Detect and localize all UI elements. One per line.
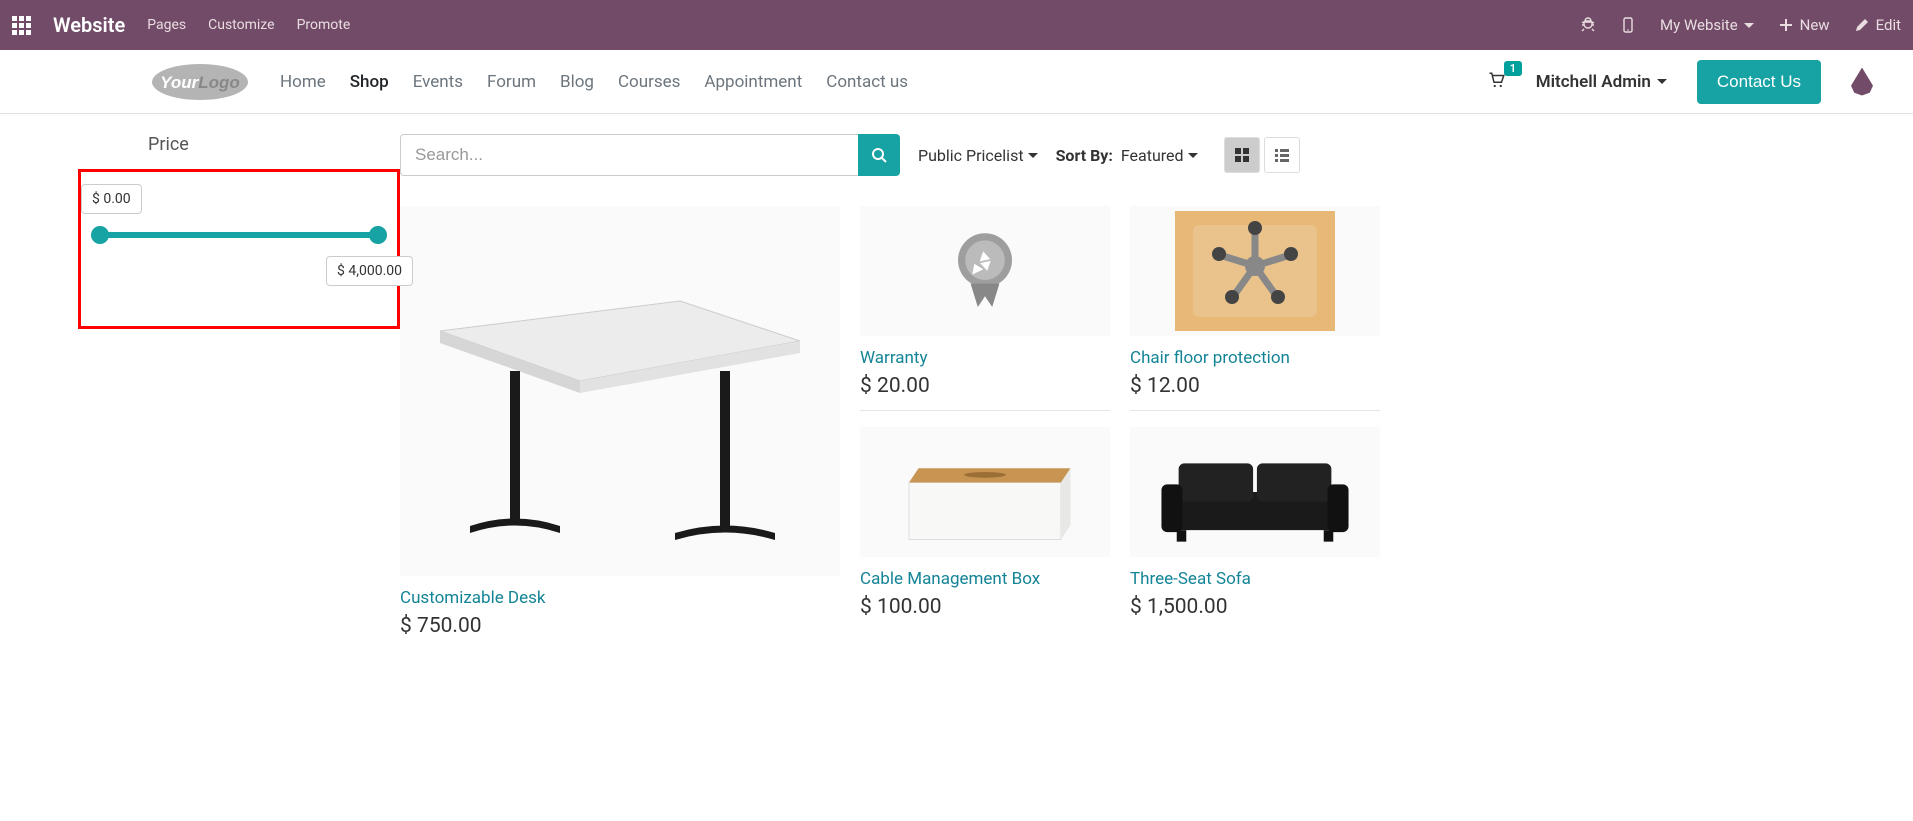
- product-name: Warranty: [860, 348, 1110, 368]
- site-navbar: YourLogo Home Shop Events Forum Blog Cou…: [0, 50, 1913, 114]
- site-logo[interactable]: YourLogo: [150, 61, 250, 103]
- product-image: [1130, 206, 1380, 336]
- grid-view-button[interactable]: [1224, 137, 1260, 173]
- product-price: $ 1,500.00: [1130, 595, 1380, 619]
- nav-forum[interactable]: Forum: [487, 72, 536, 92]
- product-image: [860, 427, 1110, 557]
- list-icon: [1274, 147, 1290, 163]
- product-image: [400, 206, 840, 576]
- nav-blog[interactable]: Blog: [560, 72, 594, 92]
- app-title[interactable]: Website: [53, 13, 125, 37]
- product-name: Chair floor protection: [1130, 348, 1380, 368]
- mobile-icon[interactable]: [1620, 17, 1636, 33]
- menu-customize[interactable]: Customize: [208, 17, 274, 33]
- price-min-handle[interactable]: [91, 226, 109, 244]
- price-filter-label: Price: [148, 134, 380, 155]
- product-price: $ 100.00: [860, 595, 1110, 619]
- pencil-icon: [1854, 17, 1870, 33]
- nav-home[interactable]: Home: [280, 72, 326, 92]
- product-price: $ 12.00: [1130, 374, 1380, 398]
- pricelist-label: Public Pricelist: [918, 146, 1024, 165]
- edit-label: Edit: [1876, 16, 1901, 34]
- apps-icon[interactable]: [12, 16, 31, 35]
- sort-by-label: Sort By:: [1056, 146, 1113, 165]
- product-image: [1130, 427, 1380, 557]
- sort-value: Featured: [1121, 146, 1184, 165]
- product-name: Cable Management Box: [860, 569, 1110, 589]
- contact-us-button[interactable]: Contact Us: [1697, 60, 1821, 104]
- product-card[interactable]: Warranty $ 20.00: [860, 206, 1110, 411]
- drop-icon[interactable]: [1851, 68, 1873, 96]
- new-label: New: [1800, 16, 1830, 34]
- chevron-down-icon: [1744, 23, 1754, 28]
- search-button[interactable]: [858, 134, 900, 176]
- product-name: Customizable Desk: [400, 588, 840, 608]
- product-price: $ 750.00: [400, 614, 840, 638]
- user-menu[interactable]: Mitchell Admin: [1536, 72, 1667, 92]
- shop-controls: Public Pricelist Sort By: Featured: [400, 134, 1873, 176]
- pricelist-dropdown[interactable]: Public Pricelist: [918, 146, 1038, 165]
- grid-icon: [1234, 147, 1250, 163]
- my-website-dropdown[interactable]: My Website: [1660, 16, 1754, 34]
- product-card[interactable]: Cable Management Box $ 100.00: [860, 427, 1110, 619]
- cart-button[interactable]: 1: [1488, 71, 1506, 93]
- product-card[interactable]: Customizable Desk $ 750.00: [400, 206, 840, 638]
- menu-pages[interactable]: Pages: [147, 17, 186, 33]
- product-price: $ 20.00: [860, 374, 1110, 398]
- divider: [1130, 410, 1380, 411]
- product-card[interactable]: Three-Seat Sofa $ 1,500.00: [1130, 427, 1380, 619]
- highlight-annotation: $ 0.00 $ 4,000.00: [78, 169, 400, 329]
- product-image: [860, 206, 1110, 336]
- nav-courses[interactable]: Courses: [618, 72, 680, 92]
- product-card[interactable]: Chair floor protection $ 12.00: [1130, 206, 1380, 411]
- nav-contact[interactable]: Contact us: [826, 72, 908, 92]
- list-view-button[interactable]: [1264, 137, 1300, 173]
- svg-text:YourLogo: YourLogo: [160, 73, 240, 92]
- chevron-down-icon: [1657, 79, 1667, 84]
- filters-sidebar: Price $ 0.00 $ 4,000.00: [40, 134, 380, 638]
- plus-icon: [1778, 17, 1794, 33]
- top-menu-bar: Website Pages Customize Promote My Websi…: [0, 0, 1913, 50]
- nav-shop[interactable]: Shop: [350, 72, 389, 92]
- edit-button[interactable]: Edit: [1854, 16, 1901, 34]
- search-input[interactable]: [400, 134, 858, 176]
- chevron-down-icon: [1188, 153, 1198, 158]
- user-name: Mitchell Admin: [1536, 72, 1651, 92]
- search-icon: [871, 147, 887, 163]
- cart-count-badge: 1: [1504, 61, 1522, 76]
- price-max-tooltip: $ 4,000.00: [326, 256, 413, 286]
- chevron-down-icon: [1028, 153, 1038, 158]
- nav-events[interactable]: Events: [413, 72, 463, 92]
- slider-track: [97, 232, 381, 238]
- price-min-tooltip: $ 0.00: [81, 184, 142, 214]
- my-website-label: My Website: [1660, 16, 1738, 34]
- sort-dropdown[interactable]: Featured: [1121, 146, 1198, 165]
- new-button[interactable]: New: [1778, 16, 1830, 34]
- nav-appointment[interactable]: Appointment: [704, 72, 802, 92]
- price-slider[interactable]: $ 0.00 $ 4,000.00: [91, 232, 387, 238]
- menu-promote[interactable]: Promote: [297, 17, 351, 33]
- product-name: Three-Seat Sofa: [1130, 569, 1380, 589]
- bug-icon[interactable]: [1580, 17, 1596, 33]
- divider: [860, 410, 1110, 411]
- price-max-handle[interactable]: [369, 226, 387, 244]
